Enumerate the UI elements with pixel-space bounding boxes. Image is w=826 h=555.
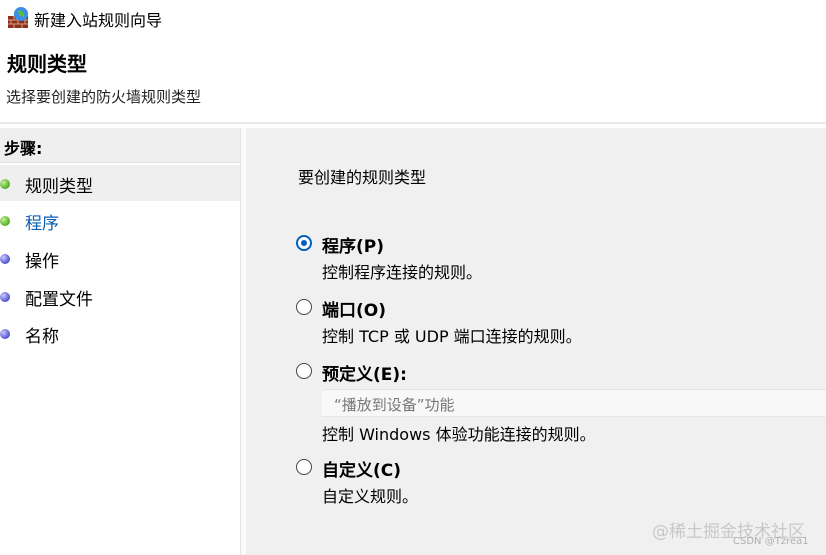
step-label: 名称: [25, 327, 59, 347]
predefined-select[interactable]: “播放到设备”功能: [322, 389, 826, 417]
port-radio-label[interactable]: 端口(O): [322, 296, 386, 321]
step-rule-type: 规则类型: [0, 165, 240, 201]
predefined-description: 控制 Windows 体验功能连接的规则。: [322, 425, 596, 444]
step-profile: 配置文件: [0, 278, 240, 314]
title-bar: 新建入站规则向导: [0, 0, 826, 36]
step-action: 操作: [0, 240, 240, 276]
rule-type-question: 要创建的规则类型: [298, 168, 427, 187]
watermark-sub: CSDN @Tzrea1: [733, 536, 809, 547]
page-title: 规则类型: [7, 52, 87, 76]
firewall-wizard-icon: [8, 7, 28, 28]
steps-heading-label: 步骤:: [4, 139, 43, 158]
header-divider: [0, 122, 826, 124]
custom-radio-label[interactable]: 自定义(C): [322, 456, 401, 481]
predefined-radio-label[interactable]: 预定义(E):: [322, 360, 407, 385]
program-radio[interactable]: [296, 235, 312, 251]
port-description: 控制 TCP 或 UDP 端口连接的规则。: [322, 327, 582, 346]
custom-radio[interactable]: [296, 459, 312, 475]
step-label: 规则类型: [25, 177, 93, 197]
program-radio-label[interactable]: 程序(P): [322, 232, 384, 257]
blue-bullet-icon: [0, 329, 10, 339]
blue-bullet-icon: [0, 292, 10, 302]
predefined-select-value: “播放到设备”功能: [334, 396, 455, 414]
wizard-header: 规则类型 选择要创建的防火墙规则类型: [0, 36, 826, 122]
step-label: 操作: [25, 252, 59, 272]
predefined-radio[interactable]: [296, 363, 312, 379]
green-bullet-icon: [0, 179, 10, 189]
step-program[interactable]: 程序: [0, 202, 240, 238]
page-subtitle: 选择要创建的防火墙规则类型: [6, 88, 202, 106]
program-description: 控制程序连接的规则。: [322, 263, 483, 282]
steps-heading: 步骤:: [0, 128, 240, 163]
step-name: 名称: [0, 315, 240, 351]
step-label: 配置文件: [25, 290, 93, 310]
rule-type-panel: 要创建的规则类型 程序(P) 控制程序连接的规则。 端口(O) 控制 TCP 或…: [246, 128, 826, 555]
step-label[interactable]: 程序: [25, 209, 59, 234]
custom-description: 自定义规则。: [322, 487, 419, 506]
blue-bullet-icon: [0, 254, 10, 264]
port-radio[interactable]: [296, 299, 312, 315]
steps-pane: 步骤: 规则类型 程序 操作 配置文件 名称: [0, 128, 240, 555]
window-title: 新建入站规则向导: [34, 11, 163, 30]
green-bullet-icon: [0, 216, 10, 226]
